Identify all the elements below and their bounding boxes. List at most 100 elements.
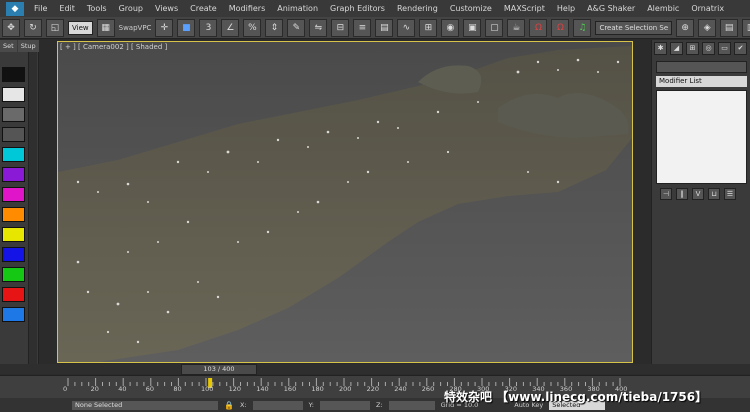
render-frame-icon[interactable]: ▢: [485, 18, 504, 37]
object-name-field[interactable]: [656, 61, 747, 73]
time-slider-track[interactable]: [0, 364, 750, 374]
camera-viewport[interactable]: [ + ] [ Camera002 ] [ Shaded ]: [57, 41, 633, 363]
scale-icon[interactable]: ◱: [46, 18, 64, 37]
toolbar-extra-icon[interactable]: ▤: [720, 18, 739, 37]
menu-tools[interactable]: Tools: [81, 4, 113, 13]
menu-create[interactable]: Create: [184, 4, 223, 13]
tick-label: 80: [173, 385, 182, 393]
angle-snap-icon[interactable]: ∠: [221, 18, 240, 37]
create-tab-icon[interactable]: ✱: [654, 42, 667, 55]
pivot-icon[interactable]: ▦: [96, 18, 115, 37]
toolbar-extra-icon-2[interactable]: ▥: [742, 18, 750, 37]
named-selection-icon[interactable]: ⊕: [676, 18, 695, 37]
menu-file[interactable]: File: [28, 4, 53, 13]
menu-ornatrix[interactable]: Ornatrix: [685, 4, 730, 13]
spinner-snap-icon[interactable]: ⇕: [265, 18, 284, 37]
y-label: Y:: [308, 401, 314, 409]
menu-modifiers[interactable]: Modifiers: [223, 4, 272, 13]
color-swatch[interactable]: [2, 207, 25, 222]
color-swatch[interactable]: [2, 147, 25, 162]
modifier-stack[interactable]: [656, 90, 747, 184]
red-render-icon[interactable]: Ω: [529, 18, 548, 37]
menu-animation[interactable]: Animation: [271, 4, 324, 13]
selection-status: None Selected: [72, 400, 218, 410]
viewport-label[interactable]: [ + ] [ Camera002 ] [ Shaded ]: [60, 43, 167, 51]
tick-label: 20: [90, 385, 99, 393]
time-slider-handle[interactable]: 103 / 400: [181, 364, 257, 375]
color-swatch[interactable]: [2, 187, 25, 202]
remove-modifier-icon[interactable]: ⊔: [708, 188, 720, 200]
keyboard-shortcut-icon[interactable]: ■: [177, 18, 196, 37]
menu-bar: ◆ File Edit Tools Group Views Create Mod…: [0, 0, 750, 17]
red-render-icon-2[interactable]: Ω: [551, 18, 570, 37]
z-coordinate-field[interactable]: [388, 400, 435, 410]
reference-coordinate-select[interactable]: View: [68, 20, 93, 35]
tick-label: 200: [339, 385, 352, 393]
pin-stack-icon[interactable]: ⊣: [660, 188, 672, 200]
y-coordinate-field[interactable]: [319, 400, 370, 410]
color-swatch[interactable]: [2, 67, 25, 82]
motion-tab-icon[interactable]: ◎: [702, 42, 715, 55]
move-icon[interactable]: ✥: [2, 18, 20, 37]
graphite-icon[interactable]: ▤: [375, 18, 394, 37]
x-coordinate-field[interactable]: [252, 400, 303, 410]
menu-ag-shaker[interactable]: A&G Shaker: [581, 4, 641, 13]
render-setup-icon[interactable]: ▣: [463, 18, 482, 37]
green-helper-icon[interactable]: ♫: [573, 18, 592, 37]
left-panel: Set Stup: [0, 40, 39, 372]
align-icon[interactable]: ⊟: [331, 18, 350, 37]
selection-set-select[interactable]: Create Selection Se: [595, 20, 673, 35]
color-swatch[interactable]: [2, 127, 25, 142]
color-swatch[interactable]: [2, 227, 25, 242]
left-panel-scrollbar[interactable]: [28, 52, 37, 370]
modifier-list-select[interactable]: Modifier List: [656, 76, 747, 87]
tab-set[interactable]: Set: [0, 40, 17, 52]
configure-sets-icon[interactable]: ☰: [724, 188, 736, 200]
curve-editor-icon[interactable]: ∿: [397, 18, 416, 37]
color-swatch[interactable]: [2, 87, 25, 102]
z-label: Z:: [375, 401, 383, 409]
menu-graph-editors[interactable]: Graph Editors: [324, 4, 391, 13]
menu-customize[interactable]: Customize: [444, 4, 498, 13]
modify-tab-icon[interactable]: ◢: [670, 42, 683, 55]
rotate-icon[interactable]: ↻: [24, 18, 42, 37]
make-unique-icon[interactable]: V: [692, 188, 704, 200]
color-swatch[interactable]: [2, 107, 25, 122]
tab-stup[interactable]: Stup: [17, 40, 39, 52]
tick-label: 120: [228, 385, 242, 393]
tick-label: 240: [394, 385, 407, 393]
x-label: X:: [239, 401, 247, 409]
tick-label: 100: [201, 385, 214, 393]
hierarchy-tab-icon[interactable]: ⊞: [686, 42, 699, 55]
app-logo-icon[interactable]: ◆: [6, 1, 24, 16]
material-editor-icon[interactable]: ◉: [441, 18, 460, 37]
color-swatch[interactable]: [2, 267, 25, 282]
show-end-result-icon[interactable]: ‖: [676, 188, 688, 200]
color-swatch[interactable]: [2, 167, 25, 182]
color-swatch[interactable]: [2, 287, 25, 302]
isolate-icon[interactable]: ◈: [698, 18, 717, 37]
menu-group[interactable]: Group: [113, 4, 149, 13]
snap-3d-icon[interactable]: 3: [199, 18, 218, 37]
edit-named-selection-icon[interactable]: ✎: [287, 18, 306, 37]
select-and-manipulate-icon[interactable]: ✛: [155, 18, 174, 37]
menu-rendering[interactable]: Rendering: [391, 4, 444, 13]
menu-views[interactable]: Views: [149, 4, 184, 13]
command-panel: ✱ ◢ ⊞ ◎ ▭ ✔ Modifier List ⊣ ‖ V ⊔ ☰: [651, 40, 750, 372]
render-icon[interactable]: ☕: [507, 18, 526, 37]
color-swatch[interactable]: [2, 247, 25, 262]
mirror-icon[interactable]: ⇋: [309, 18, 328, 37]
tick-label: 160: [283, 385, 297, 393]
swap-vpc-label[interactable]: SwapVPC: [119, 24, 152, 32]
percent-snap-icon[interactable]: %: [243, 18, 262, 37]
color-swatch[interactable]: [2, 307, 25, 322]
utilities-tab-icon[interactable]: ✔: [734, 42, 747, 55]
menu-help[interactable]: Help: [551, 4, 581, 13]
menu-edit[interactable]: Edit: [53, 4, 81, 13]
layer-manager-icon[interactable]: ≡: [353, 18, 372, 37]
menu-alembic[interactable]: Alembic: [641, 4, 685, 13]
display-tab-icon[interactable]: ▭: [718, 42, 731, 55]
menu-maxscript[interactable]: MAXScript: [498, 4, 551, 13]
lock-icon[interactable]: 🔒: [224, 401, 234, 410]
schematic-view-icon[interactable]: ⊞: [419, 18, 438, 37]
